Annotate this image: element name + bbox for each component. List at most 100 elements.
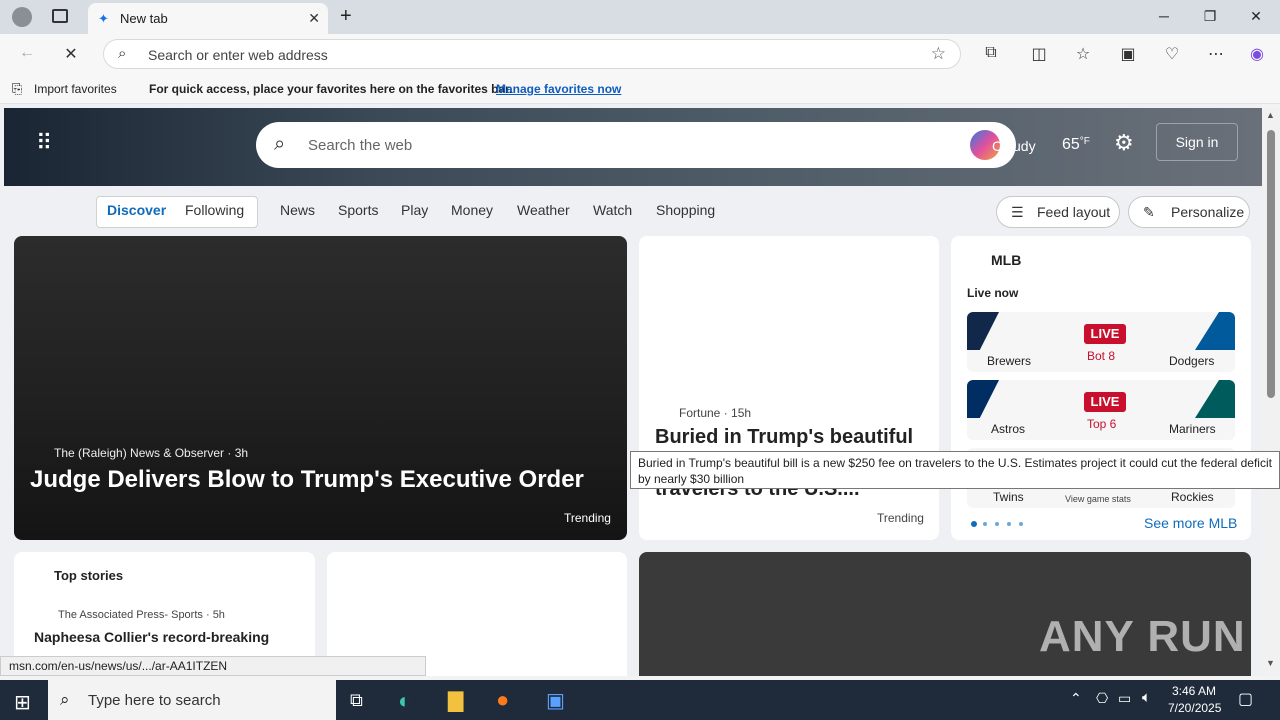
home-team-logo bbox=[967, 380, 999, 418]
carousel-dot[interactable] bbox=[1007, 522, 1011, 526]
battery-icon[interactable]: ▭ bbox=[1118, 690, 1131, 707]
stop-loading-button[interactable]: ✕ bbox=[60, 44, 82, 64]
weather-temp-value: 65 bbox=[1062, 136, 1080, 153]
game-inning: Top 6 bbox=[1087, 417, 1117, 431]
hero-source: The (Raleigh) News & Observer · 3h bbox=[54, 446, 249, 460]
collections-icon[interactable]: ▣ bbox=[1117, 44, 1139, 64]
show-hidden-icons[interactable]: ⌃ bbox=[1070, 690, 1082, 707]
feed-layout-button[interactable]: ☰ Feed layout bbox=[996, 196, 1120, 228]
live-now-label: Live now bbox=[967, 286, 1019, 300]
extensions-icon[interactable]: ⧉ bbox=[980, 44, 1002, 62]
minimize-button[interactable]: ─ bbox=[1154, 8, 1174, 24]
tab-watch[interactable]: Watch bbox=[593, 202, 632, 218]
tab-following[interactable]: Following bbox=[185, 202, 244, 218]
personalize-button[interactable]: ✎ Personalize bbox=[1128, 196, 1250, 228]
restore-button[interactable]: ❐ bbox=[1200, 8, 1220, 25]
taskbar-search[interactable]: ⌕ Type here to search bbox=[48, 680, 336, 720]
network-icon[interactable]: ⎔ bbox=[1096, 690, 1108, 707]
import-favorites-button[interactable]: Import favorites bbox=[34, 82, 117, 96]
carousel-dot[interactable] bbox=[995, 522, 999, 526]
hero-headline[interactable]: Judge Delivers Blow to Trump's Executive… bbox=[30, 466, 584, 494]
back-button[interactable]: ← bbox=[16, 44, 38, 62]
web-search-box[interactable]: ⌕ Search the web bbox=[256, 122, 1016, 168]
tab-new-tab[interactable]: ✦ New tab ✕ bbox=[88, 3, 328, 34]
away-team-logo bbox=[1195, 380, 1235, 418]
scroll-up-icon[interactable]: ▲ bbox=[1266, 110, 1275, 120]
tab-money[interactable]: Money bbox=[451, 202, 493, 218]
mid-story-card[interactable]: Fortune · 15h Buried in Trump's beautifu… bbox=[639, 236, 939, 540]
sign-in-button[interactable]: Sign in bbox=[1156, 123, 1238, 161]
tab-discover[interactable]: Discover bbox=[107, 202, 166, 218]
weather-temp-unit: °F bbox=[1079, 136, 1090, 147]
game-card-2[interactable]: LIVE Top 6 Astros Mariners bbox=[967, 380, 1235, 440]
status-url: msn.com/en-us/news/us/.../ar-AA1ITZEN bbox=[0, 656, 426, 676]
mlb-card: MLB Live now LIVE Bot 8 Brewers Dodgers … bbox=[951, 236, 1251, 540]
carousel-dot[interactable] bbox=[1019, 522, 1023, 526]
app-icon[interactable]: ▣ bbox=[546, 688, 565, 713]
web-search-input[interactable]: Search the web bbox=[308, 137, 412, 154]
view-game-stats-link[interactable]: View game stats bbox=[1065, 494, 1131, 504]
video-card[interactable]: ANY RUN bbox=[639, 552, 1251, 676]
start-icon[interactable]: ⊞ bbox=[14, 690, 31, 715]
clock-date[interactable]: 7/20/2025 bbox=[1168, 701, 1221, 715]
hero-trending-badge: Trending bbox=[564, 511, 611, 525]
taskbar-search-input[interactable]: Type here to search bbox=[88, 692, 221, 709]
game-card-1[interactable]: LIVE Bot 8 Brewers Dodgers bbox=[967, 312, 1235, 372]
manage-favorites-link[interactable]: Manage favorites now bbox=[496, 82, 621, 96]
profile-icon[interactable] bbox=[12, 7, 32, 27]
live-badge: LIVE bbox=[1084, 392, 1126, 412]
top-stories-headline[interactable]: Napheesa Collier's record-breaking bbox=[34, 629, 269, 645]
copilot-icon[interactable]: ◉ bbox=[1246, 44, 1268, 64]
clock-time[interactable]: 3:46 AM bbox=[1172, 684, 1216, 698]
favorites-message: For quick access, place your favorites h… bbox=[149, 82, 513, 96]
mid-source: Fortune · 15h bbox=[679, 406, 752, 420]
favorites-icon[interactable]: ☆ bbox=[1072, 44, 1094, 64]
close-window-button[interactable]: ✕ bbox=[1246, 8, 1266, 25]
carousel-dots[interactable] bbox=[971, 521, 1031, 527]
scroll-down-icon[interactable]: ▼ bbox=[1266, 658, 1275, 668]
search-icon: ⌕ bbox=[60, 690, 70, 709]
scroll-thumb[interactable] bbox=[1267, 130, 1275, 398]
tab-weather[interactable]: Weather bbox=[517, 202, 570, 218]
home-team-name: Astros bbox=[991, 422, 1026, 436]
volume-icon[interactable]: 🔈︎ bbox=[1142, 689, 1151, 706]
tab-actions-icon[interactable] bbox=[52, 9, 68, 23]
address-bar[interactable]: ⌕ Search or enter web address ☆ bbox=[103, 39, 961, 69]
tab-play[interactable]: Play bbox=[401, 202, 428, 218]
edge-icon[interactable]: ◐ bbox=[398, 688, 411, 714]
page-scrollbar[interactable]: ▲ ▼ bbox=[1262, 108, 1280, 676]
weather-label[interactable]: Cloudy bbox=[992, 138, 1036, 154]
away-team-logo bbox=[1195, 312, 1235, 350]
carousel-dot[interactable] bbox=[971, 521, 977, 527]
task-view-icon[interactable]: ⧉ bbox=[350, 690, 363, 711]
away-team-name: Rockies bbox=[1171, 490, 1214, 504]
hero-story-card[interactable]: The (Raleigh) News & Observer · 3h Judge… bbox=[14, 236, 627, 540]
address-input[interactable]: Search or enter web address bbox=[148, 47, 328, 63]
weather-temp[interactable]: 65°F bbox=[1062, 136, 1090, 154]
headline-tooltip: Buried in Trump's beautiful bill is a ne… bbox=[630, 451, 1280, 489]
toolbar: ← ✕ ⌕ Search or enter web address ☆ ⧉ ◫ … bbox=[0, 34, 1280, 74]
tab-shopping[interactable]: Shopping bbox=[656, 202, 715, 218]
mlb-title[interactable]: MLB bbox=[991, 252, 1021, 268]
firefox-icon[interactable]: ● bbox=[496, 687, 509, 713]
favorite-star-icon[interactable]: ☆ bbox=[931, 44, 946, 64]
top-stories-title[interactable]: Top stories bbox=[54, 568, 123, 583]
browser-essentials-icon[interactable]: ♡ bbox=[1161, 44, 1183, 64]
new-tab-button[interactable]: + bbox=[340, 5, 352, 28]
mid-headline-line1[interactable]: Buried in Trump's beautiful bbox=[655, 426, 913, 449]
settings-gear-icon[interactable]: ⚙ bbox=[1114, 130, 1134, 156]
tab-sports[interactable]: Sports bbox=[338, 202, 378, 218]
split-screen-icon[interactable]: ◫ bbox=[1028, 44, 1050, 64]
away-team-name: Mariners bbox=[1169, 422, 1216, 436]
more-menu-icon[interactable]: ⋯ bbox=[1205, 44, 1227, 64]
title-bar: ✦ New tab ✕ + ─ ❐ ✕ bbox=[0, 0, 1280, 34]
file-explorer-icon[interactable]: ▇ bbox=[448, 688, 463, 713]
apps-grid-icon[interactable]: ⠿ bbox=[36, 130, 52, 156]
watermark-logo: ANY RUN bbox=[1039, 612, 1246, 661]
feed-layout-label: Feed layout bbox=[1037, 204, 1111, 220]
tab-news[interactable]: News bbox=[280, 202, 315, 218]
notifications-icon[interactable]: ▢ bbox=[1238, 689, 1253, 709]
carousel-dot[interactable] bbox=[983, 522, 987, 526]
close-tab-icon[interactable]: ✕ bbox=[308, 10, 320, 27]
see-more-mlb-link[interactable]: See more MLB bbox=[1144, 515, 1237, 531]
